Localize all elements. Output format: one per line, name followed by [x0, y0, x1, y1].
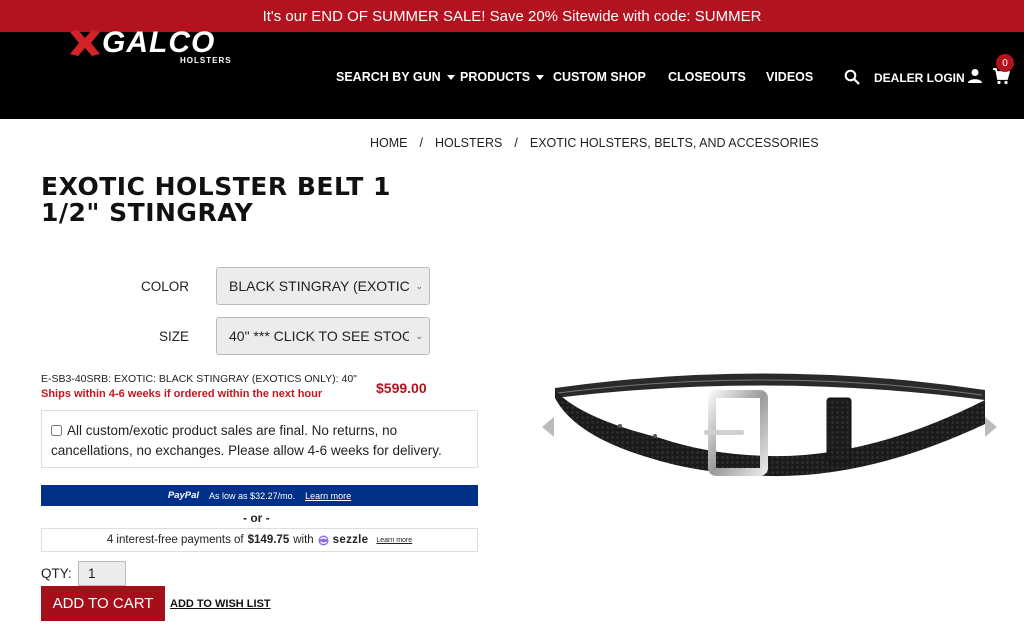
- nav-custom-shop[interactable]: CUSTOM SHOP: [553, 70, 646, 84]
- color-select-value: BLACK STINGRAY (EXOTICS ONLY): [229, 278, 409, 294]
- dealer-login-label: DEALER LOGIN: [874, 71, 965, 85]
- product-image: [555, 373, 985, 477]
- terms-checkbox[interactable]: [51, 425, 62, 436]
- breadcrumb-holsters[interactable]: HOLSTERS: [435, 136, 502, 150]
- gallery-next-arrow[interactable]: [985, 417, 997, 437]
- nav-label: CUSTOM SHOP: [553, 70, 646, 84]
- chevron-down-icon: ⌄: [415, 331, 423, 341]
- add-to-wish-list-link[interactable]: ADD TO WISH LIST: [170, 598, 271, 610]
- breadcrumb-separator: /: [419, 136, 423, 150]
- nav-products[interactable]: PRODUCTS: [460, 70, 545, 84]
- chevron-down-icon: [446, 74, 455, 80]
- add-to-cart-button[interactable]: ADD TO CART: [41, 586, 165, 621]
- nav-videos[interactable]: VIDEOS: [766, 70, 813, 84]
- account-icon[interactable]: [967, 68, 983, 84]
- gallery-prev-arrow[interactable]: [542, 417, 554, 437]
- nav-label: SEARCH BY GUN: [336, 70, 441, 84]
- qty-label: QTY:: [41, 566, 72, 581]
- nav-search-by-gun[interactable]: SEARCH BY GUN: [336, 70, 455, 84]
- cart-count-badge: 0: [996, 54, 1014, 72]
- chevron-down-icon: [536, 74, 545, 80]
- paypal-banner[interactable]: PayPal As low as $32.27/mo. Learn more: [41, 485, 478, 506]
- sezzle-banner[interactable]: 4 interest-free payments of $149.75 with…: [41, 528, 478, 552]
- sezzle-amount: $149.75: [247, 534, 290, 546]
- nav-closeouts[interactable]: CLOSEOUTS: [668, 70, 746, 84]
- nav-label: CLOSEOUTS: [668, 70, 746, 84]
- breadcrumb-current[interactable]: EXOTIC HOLSTERS, BELTS, AND ACCESSORIES: [530, 136, 819, 150]
- paypal-text: As low as $32.27/mo.: [209, 490, 296, 501]
- nav-label: VIDEOS: [766, 70, 814, 84]
- breadcrumb: HOME / HOLSTERS / EXOTIC HOLSTERS, BELTS…: [370, 136, 819, 150]
- sezzle-with: with: [293, 534, 314, 546]
- galco-logo[interactable]: GALCO HOLSTERS: [68, 26, 246, 70]
- color-select[interactable]: BLACK STINGRAY (EXOTICS ONLY) ⌄: [216, 267, 430, 305]
- chevron-down-icon: ⌄: [415, 281, 423, 291]
- size-select[interactable]: 40" *** CLICK TO SEE STOCK ⌄: [216, 317, 430, 355]
- dealer-login-link[interactable]: DEALER LOGIN: [874, 71, 965, 85]
- search-icon[interactable]: [844, 69, 860, 85]
- logo-x-icon: [70, 30, 100, 56]
- breadcrumb-home[interactable]: HOME: [370, 136, 408, 150]
- breadcrumb-separator: /: [514, 136, 518, 150]
- nav-label: PRODUCTS: [460, 70, 531, 84]
- product-title: EXOTIC HOLSTER BELT 1 1/2" STINGRAY: [41, 172, 391, 227]
- logo-subtitle: HOLSTERS: [180, 56, 232, 65]
- size-label: SIZE: [159, 329, 190, 344]
- or-divider: - or -: [243, 511, 270, 525]
- promo-text: It's our END OF SUMMER SALE! Save 20% Si…: [262, 7, 762, 25]
- sezzle-logo: sezzle: [332, 534, 369, 546]
- paypal-learn-more[interactable]: Learn more: [305, 491, 351, 501]
- sezzle-logo-icon: [318, 535, 329, 545]
- shipping-note: Ships within 4-6 weeks if ordered within…: [41, 388, 323, 400]
- size-select-value: 40" *** CLICK TO SEE STOCK: [229, 328, 409, 344]
- logo-wordmark: GALCO: [102, 26, 216, 59]
- color-label: COLOR: [141, 279, 190, 294]
- terms-box: All custom/exotic product sales are fina…: [41, 410, 478, 468]
- product-price: $599.00: [376, 380, 427, 396]
- sku-line: E-SB3-40SRB: EXOTIC: BLACK STINGRAY (EXO…: [41, 373, 357, 385]
- paypal-logo: PayPal: [167, 490, 200, 501]
- sezzle-prefix: 4 interest-free payments of: [106, 534, 244, 546]
- sezzle-learn-more[interactable]: Learn more: [376, 537, 412, 544]
- terms-text: All custom/exotic product sales are fina…: [51, 423, 442, 458]
- qty-input[interactable]: 1: [78, 561, 126, 586]
